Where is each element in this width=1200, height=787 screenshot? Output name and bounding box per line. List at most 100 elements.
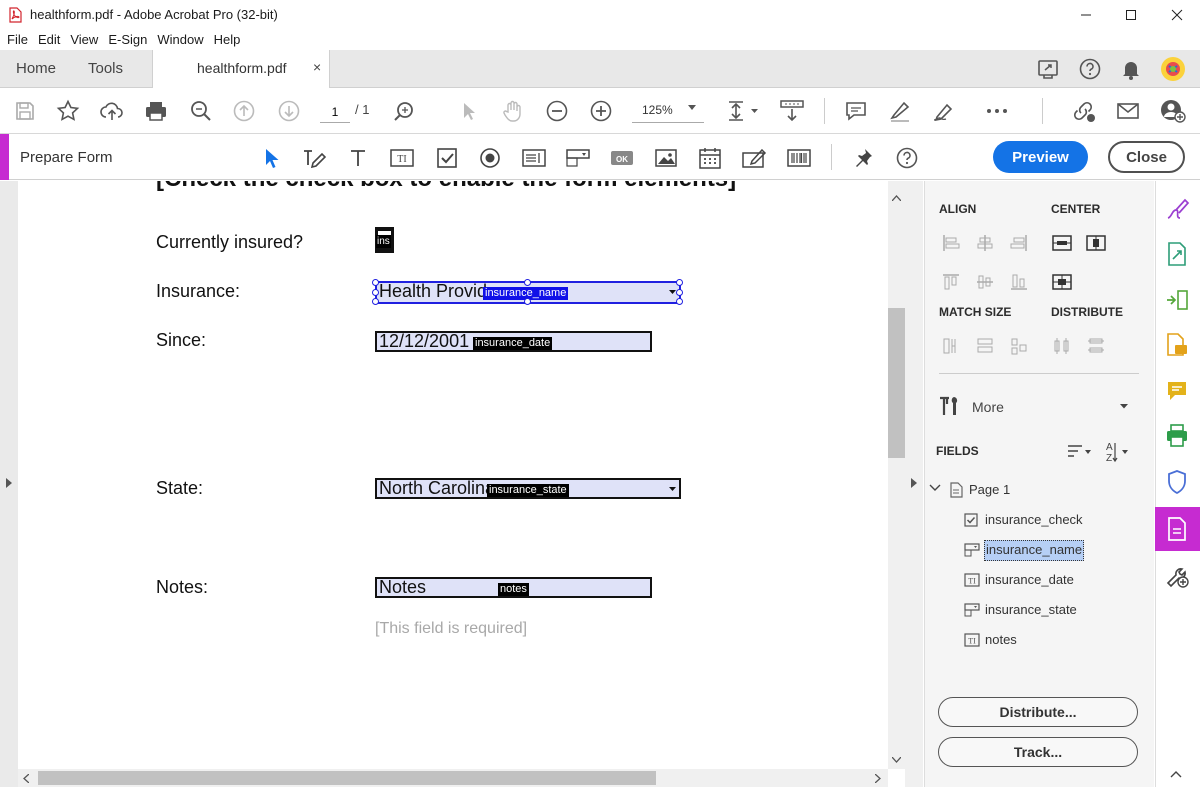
- rail-collapse-chevron-icon[interactable]: [1170, 770, 1182, 778]
- page-fit-icon[interactable]: [724, 98, 760, 124]
- center-both-icon[interactable]: [1051, 271, 1073, 293]
- tab-document[interactable]: healthform.pdf ×: [152, 50, 330, 88]
- insurance-check-field[interactable]: ins: [375, 227, 394, 253]
- align-bottom-icon[interactable]: [1008, 271, 1030, 293]
- zoom-out-icon[interactable]: [544, 98, 570, 124]
- user-avatar[interactable]: [1160, 56, 1186, 82]
- expand-left-pane-icon[interactable]: [5, 477, 13, 489]
- notes-field[interactable]: Notes notes: [375, 577, 652, 598]
- maximize-button[interactable]: [1108, 0, 1154, 30]
- edit-field-icon[interactable]: [301, 145, 327, 171]
- add-text-icon[interactable]: [345, 145, 371, 171]
- comment-icon[interactable]: [843, 98, 869, 124]
- list-box-tool-icon[interactable]: [521, 145, 547, 171]
- insurance-state-field[interactable]: North Carolina insurance_state: [375, 478, 681, 499]
- menu-esign[interactable]: E-Sign: [103, 30, 152, 50]
- scroll-right-icon[interactable]: [875, 774, 881, 783]
- minimize-button[interactable]: [1063, 0, 1109, 30]
- menu-file[interactable]: File: [2, 30, 33, 50]
- align-center-horizontal-icon[interactable]: [974, 232, 996, 254]
- field-list-item[interactable]: notes: [985, 632, 1017, 647]
- more-dropdown[interactable]: More: [937, 394, 1137, 420]
- distribute-button[interactable]: Distribute...: [938, 697, 1138, 727]
- resize-handle[interactable]: [676, 279, 683, 286]
- tab-home[interactable]: Home: [16, 60, 56, 77]
- page-number-input[interactable]: [320, 98, 350, 123]
- match-width-icon[interactable]: [940, 335, 962, 357]
- vertical-scroll-thumb[interactable]: [888, 308, 905, 458]
- pin-icon[interactable]: [850, 145, 876, 171]
- tab-close-icon[interactable]: ×: [313, 59, 321, 75]
- share-screen-icon[interactable]: [1036, 57, 1062, 81]
- align-middle-icon[interactable]: [974, 271, 996, 293]
- track-button[interactable]: Track...: [938, 737, 1138, 767]
- more-tools-icon[interactable]: [1163, 562, 1191, 590]
- zoom-level-dropdown[interactable]: 125%: [632, 98, 704, 123]
- center-horizontally-icon[interactable]: [1051, 232, 1073, 254]
- button-tool-icon[interactable]: OK: [609, 145, 635, 171]
- zoom-in-icon[interactable]: [588, 98, 614, 124]
- sign-pen-icon[interactable]: [931, 98, 957, 124]
- close-window-button[interactable]: [1154, 0, 1200, 30]
- scroll-down-icon[interactable]: [892, 757, 901, 763]
- center-vertically-icon[interactable]: [1085, 232, 1107, 254]
- image-field-icon[interactable]: [653, 145, 679, 171]
- insurance-date-field[interactable]: 12/12/2001 insurance_date: [375, 331, 652, 352]
- organize-pages-icon[interactable]: [1163, 286, 1191, 314]
- field-list-item-selected[interactable]: insurance_name: [984, 540, 1085, 561]
- dropdown-tool-icon[interactable]: [565, 145, 591, 171]
- vertical-scrollbar[interactable]: [888, 181, 905, 769]
- resize-handle[interactable]: [524, 298, 531, 305]
- more-options-icon[interactable]: [984, 98, 1010, 124]
- digital-signature-field-icon[interactable]: [741, 145, 767, 171]
- upload-cloud-icon[interactable]: [99, 98, 125, 124]
- menu-help[interactable]: Help: [209, 30, 246, 50]
- sort-alphabetical-icon[interactable]: AZ: [1104, 440, 1132, 464]
- fill-sign-icon[interactable]: [1163, 195, 1191, 223]
- resize-handle[interactable]: [372, 298, 379, 305]
- scroll-left-icon[interactable]: [23, 774, 29, 783]
- hand-tool-icon[interactable]: [500, 98, 526, 124]
- help-icon[interactable]: [1078, 57, 1102, 81]
- share-link-icon[interactable]: [1071, 98, 1097, 124]
- horizontal-scroll-thumb[interactable]: [38, 771, 656, 785]
- previous-page-icon[interactable]: [231, 98, 257, 124]
- tree-collapse-chevron-icon[interactable]: [929, 484, 941, 492]
- field-list-item[interactable]: insurance_check: [985, 512, 1083, 527]
- prepare-form-rail-icon[interactable]: [1163, 515, 1191, 543]
- tree-page-node[interactable]: Page 1: [969, 482, 1010, 497]
- notifications-bell-icon[interactable]: [1119, 57, 1143, 81]
- checkbox-tool-icon[interactable]: [434, 145, 460, 171]
- save-icon[interactable]: [12, 98, 38, 124]
- align-top-icon[interactable]: [940, 271, 962, 293]
- create-pdf-comment-icon[interactable]: [1163, 331, 1191, 359]
- resize-handle[interactable]: [372, 289, 379, 296]
- print-icon[interactable]: [143, 98, 169, 124]
- share-user-icon[interactable]: [1160, 98, 1186, 124]
- zoom-search-icon[interactable]: [188, 98, 214, 124]
- resize-handle[interactable]: [676, 298, 683, 305]
- match-height-icon[interactable]: [974, 335, 996, 357]
- tab-tools[interactable]: Tools: [88, 60, 123, 77]
- radio-button-tool-icon[interactable]: [477, 145, 503, 171]
- resize-handle[interactable]: [524, 279, 531, 286]
- align-right-icon[interactable]: [1008, 232, 1030, 254]
- date-field-icon[interactable]: [697, 145, 723, 171]
- sort-order-icon[interactable]: [1066, 440, 1094, 462]
- next-page-icon[interactable]: [276, 98, 302, 124]
- protect-shield-icon[interactable]: [1163, 468, 1191, 496]
- field-list-item[interactable]: insurance_date: [985, 572, 1074, 587]
- prepare-form-help-icon[interactable]: [894, 145, 920, 171]
- resize-handle[interactable]: [372, 279, 379, 286]
- scroll-up-icon[interactable]: [892, 195, 901, 201]
- select-pointer-icon[interactable]: [456, 98, 482, 124]
- align-left-icon[interactable]: [940, 232, 962, 254]
- field-list-item[interactable]: insurance_state: [985, 602, 1077, 617]
- select-object-pointer-icon[interactable]: [258, 145, 284, 171]
- scroll-mode-icon[interactable]: [779, 98, 805, 124]
- preview-button[interactable]: Preview: [993, 141, 1088, 173]
- menu-view[interactable]: View: [65, 30, 103, 50]
- comment-tool-icon[interactable]: [1163, 377, 1191, 405]
- highlight-pen-icon[interactable]: [887, 98, 913, 124]
- resize-handle[interactable]: [676, 289, 683, 296]
